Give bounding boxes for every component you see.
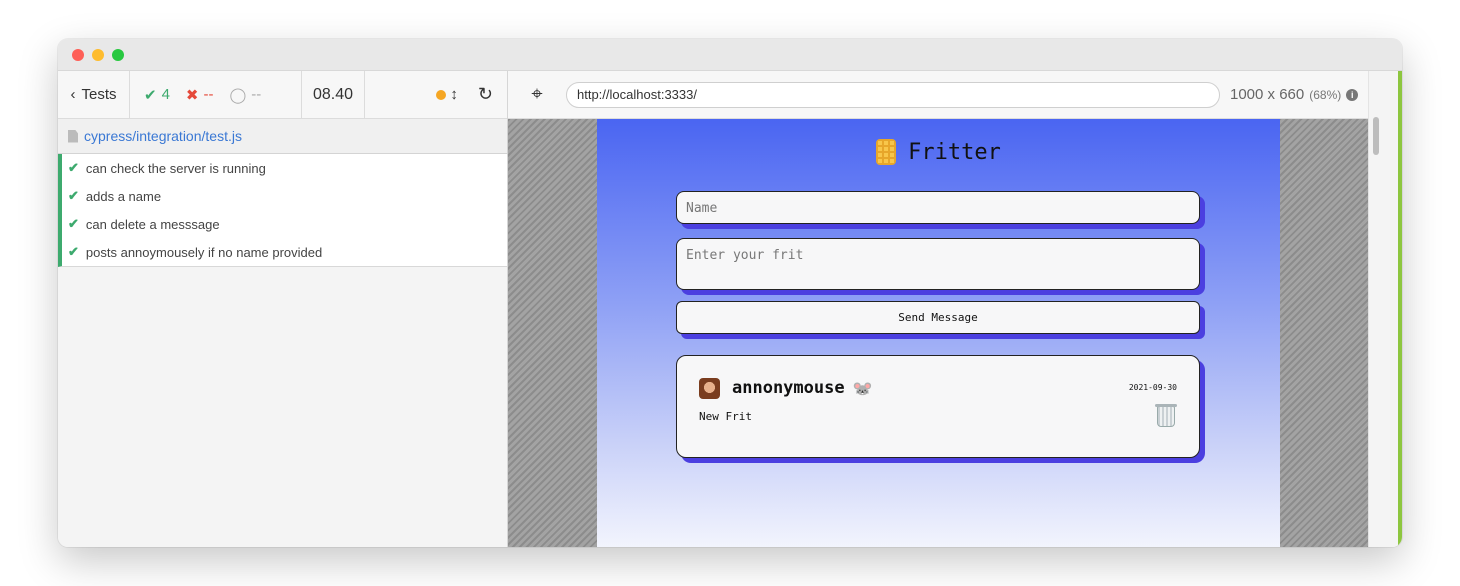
test-item[interactable]: ✔ can delete a messsage: [62, 210, 507, 238]
test-title: posts annoymousely if no name provided: [85, 244, 323, 260]
trash-icon[interactable]: [1155, 404, 1177, 427]
username-text: annonymouse: [732, 378, 845, 398]
back-label: Tests: [81, 86, 117, 103]
aut-header: ⌖ http://localhost:3333/ 1000 x 660 (68%…: [508, 71, 1368, 119]
avatar: [699, 378, 720, 399]
mouse-icon: 🐭: [852, 378, 873, 398]
message-date: 2021-09-30: [1128, 383, 1177, 392]
status-bar-indicator: [1398, 71, 1402, 547]
test-item[interactable]: ✔ can check the server is running: [62, 154, 507, 182]
status-dot-icon: [436, 89, 447, 100]
app-title: Fritter: [908, 139, 1001, 165]
reporter-controls: ↕ ↻: [365, 71, 507, 118]
spec-file-link[interactable]: cypress/integration/test.js: [84, 128, 242, 144]
check-icon: ✔: [68, 160, 79, 175]
title-bar: [58, 39, 1402, 71]
failed-stat: ✖ --: [186, 86, 214, 104]
chevron-left-icon: ‹: [70, 86, 76, 103]
passed-count: 4: [161, 86, 170, 103]
check-icon: ✔: [68, 188, 79, 203]
test-item[interactable]: ✔ adds a name: [62, 182, 507, 210]
check-icon: ✔: [68, 244, 79, 259]
aut-stage: Fritter Name Enter your frit Send Messag…: [508, 119, 1368, 547]
test-list: ✔ can check the server is running ✔ adds…: [58, 154, 507, 267]
check-icon: ✔: [68, 216, 79, 231]
fritter-app: Fritter Name Enter your frit Send Messag…: [597, 119, 1280, 547]
rerun-button[interactable]: ↻: [478, 84, 493, 105]
pending-count: --: [251, 86, 262, 103]
pending-circle-icon: ◯: [229, 86, 247, 104]
up-down-arrow-icon: ↕: [450, 86, 458, 103]
back-to-tests-button[interactable]: ‹ Tests: [58, 71, 130, 118]
test-stats: ✔ 4 ✖ -- ◯ --: [130, 71, 302, 118]
info-icon[interactable]: i: [1346, 88, 1359, 101]
test-reporter: ‹ Tests ✔ 4 ✖ -- ◯ -- 08.40 ↕ ↻ cypress/…: [58, 71, 508, 547]
name-input[interactable]: Name: [676, 191, 1200, 224]
minimize-window-button[interactable]: [92, 48, 104, 61]
checkmark-icon: ✔: [144, 86, 157, 104]
viewport-info: 1000 x 660 (68%) i: [1230, 86, 1359, 103]
run-duration: 08.40: [302, 71, 365, 118]
passed-stat: ✔ 4: [144, 86, 170, 104]
frit-textarea[interactable]: Enter your frit: [676, 238, 1200, 290]
selector-playground-crosshair-icon[interactable]: ⌖: [508, 71, 566, 118]
close-window-button[interactable]: [72, 48, 84, 61]
waffle-logo-icon: [876, 139, 897, 165]
message-text: New Frit: [699, 410, 752, 423]
scrollbar-track: [1368, 71, 1402, 547]
test-title: can delete a messsage: [85, 216, 220, 232]
url-bar[interactable]: http://localhost:3333/: [566, 81, 1220, 108]
auto-scroll-toggle[interactable]: ↕: [436, 86, 458, 103]
test-item[interactable]: ✔ posts annoymousely if no name provided: [62, 238, 507, 266]
app-brand: Fritter: [597, 139, 1280, 165]
maximize-window-button[interactable]: [112, 48, 124, 61]
app-under-test-panel: ⌖ http://localhost:3333/ 1000 x 660 (68%…: [508, 71, 1402, 547]
send-message-button[interactable]: Send Message: [676, 301, 1200, 334]
browser-window: ‹ Tests ✔ 4 ✖ -- ◯ -- 08.40 ↕ ↻ cypress/…: [58, 39, 1402, 547]
spec-file-row: cypress/integration/test.js: [58, 119, 507, 154]
pending-stat: ◯ --: [230, 86, 262, 104]
failed-count: --: [203, 86, 214, 103]
viewport-size: 1000 x 660: [1230, 86, 1305, 103]
scrollbar-thumb[interactable]: [1373, 117, 1379, 155]
test-title: adds a name: [85, 188, 162, 204]
reporter-header: ‹ Tests ✔ 4 ✖ -- ◯ -- 08.40 ↕ ↻: [58, 71, 507, 119]
file-icon: [68, 129, 78, 143]
test-title: can check the server is running: [85, 160, 266, 176]
viewport-scale: (68%): [1309, 87, 1342, 102]
message-card: annonymouse 🐭 2021-09-30 New Frit: [676, 355, 1200, 458]
x-icon: ✖: [185, 86, 199, 104]
message-username: annonymouse 🐭: [732, 378, 873, 398]
